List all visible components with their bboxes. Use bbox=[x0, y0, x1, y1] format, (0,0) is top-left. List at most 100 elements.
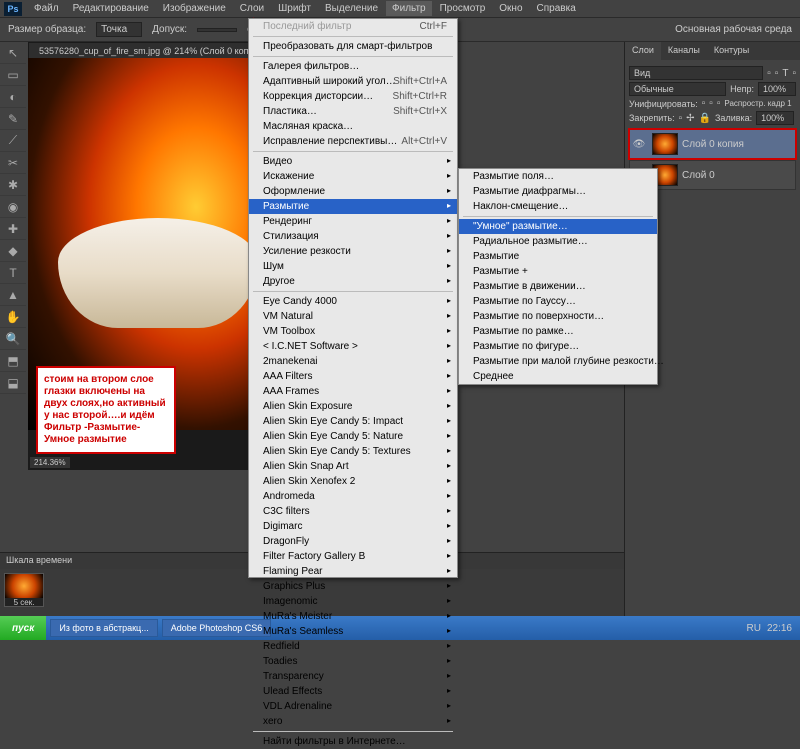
menu-item[interactable]: DragonFly bbox=[249, 534, 457, 549]
menu-item[interactable]: Масляная краска… bbox=[249, 119, 457, 134]
menu-Редактирование[interactable]: Редактирование bbox=[67, 1, 155, 16]
panel-tab[interactable]: Слои bbox=[625, 42, 661, 60]
menu-item[interactable]: Размытие по рамке… bbox=[459, 324, 657, 339]
menu-Шрифт[interactable]: Шрифт bbox=[272, 1, 317, 16]
menu-item[interactable]: 2manekenai bbox=[249, 354, 457, 369]
menu-item[interactable]: Alien Skin Xenofex 2 bbox=[249, 474, 457, 489]
tool-button[interactable]: ✎ bbox=[0, 108, 26, 130]
menu-item[interactable]: Искажение bbox=[249, 169, 457, 184]
visibility-eye-icon[interactable]: 👁 bbox=[630, 139, 648, 150]
propagate-checkbox[interactable]: Распростр. кадр 1 bbox=[724, 99, 791, 108]
menu-Слои[interactable]: Слои bbox=[234, 1, 270, 16]
menu-item[interactable]: C3C filters bbox=[249, 504, 457, 519]
menu-item[interactable]: < I.C.NET Software > bbox=[249, 339, 457, 354]
tray-lang[interactable]: RU bbox=[747, 623, 761, 634]
menu-item[interactable]: Исправление перспективы…Alt+Ctrl+V bbox=[249, 134, 457, 149]
tool-button[interactable]: ◐ bbox=[0, 86, 26, 108]
menu-item[interactable]: Видео bbox=[249, 154, 457, 169]
menu-item[interactable]: Галерея фильтров… bbox=[249, 59, 457, 74]
menu-item[interactable]: Размытие в движении… bbox=[459, 279, 657, 294]
menu-item[interactable]: Размытие по фигуре… bbox=[459, 339, 657, 354]
lock-icon[interactable]: ▫ bbox=[679, 113, 683, 124]
tool-button[interactable]: ✚ bbox=[0, 218, 26, 240]
timeline-frame[interactable]: 5 сек. bbox=[4, 573, 44, 607]
layer-filter-select[interactable]: Вид bbox=[629, 66, 763, 80]
workspace-label[interactable]: Основная рабочая среда bbox=[675, 24, 792, 35]
menu-Просмотр[interactable]: Просмотр bbox=[434, 1, 492, 16]
menu-item[interactable]: Адаптивный широкий угол…Shift+Ctrl+A bbox=[249, 74, 457, 89]
tool-button[interactable]: 🔍 bbox=[0, 328, 26, 350]
opacity-input[interactable]: 100% bbox=[758, 82, 796, 96]
menu-item[interactable]: Размытие bbox=[459, 249, 657, 264]
filter-icon[interactable]: ▫ bbox=[775, 68, 779, 79]
panel-tab[interactable]: Каналы bbox=[661, 42, 707, 60]
unify-icon[interactable]: ▫ bbox=[702, 98, 706, 109]
zoom-readout[interactable]: 214.36% bbox=[30, 457, 70, 468]
panel-tab[interactable]: Контуры bbox=[707, 42, 756, 60]
tool-button[interactable]: ⬒ bbox=[0, 350, 26, 372]
menu-item[interactable]: Размытие по поверхности… bbox=[459, 309, 657, 324]
unify-icon[interactable]: ▫ bbox=[709, 98, 713, 109]
menu-item[interactable]: Toadies bbox=[249, 654, 457, 669]
menu-item[interactable]: Размытие диафрагмы… bbox=[459, 184, 657, 199]
menu-item[interactable]: Graphics Plus bbox=[249, 579, 457, 594]
menu-item[interactable]: AAA Frames bbox=[249, 384, 457, 399]
tool-button[interactable]: ↖ bbox=[0, 42, 26, 64]
unify-icon[interactable]: ▫ bbox=[717, 98, 721, 109]
tool-button[interactable]: ⟋ bbox=[0, 130, 26, 152]
tool-button[interactable]: ▭ bbox=[0, 64, 26, 86]
sample-size-select[interactable]: Точка bbox=[96, 22, 142, 37]
menu-item[interactable]: VDL Adrenaline bbox=[249, 699, 457, 714]
tool-button[interactable]: ✂ bbox=[0, 152, 26, 174]
menu-item[interactable]: Размытие bbox=[249, 199, 457, 214]
menu-item[interactable]: Пластика…Shift+Ctrl+X bbox=[249, 104, 457, 119]
filter-icon[interactable]: T bbox=[782, 68, 788, 79]
menu-item[interactable]: Коррекция дисторсии…Shift+Ctrl+R bbox=[249, 89, 457, 104]
menu-item[interactable]: Найти фильтры в Интернете… bbox=[249, 734, 457, 749]
menu-item[interactable]: xero bbox=[249, 714, 457, 729]
menu-Окно[interactable]: Окно bbox=[493, 1, 528, 16]
taskbar-item[interactable]: Из фото в абстракц... bbox=[50, 619, 157, 637]
menu-Выделение[interactable]: Выделение bbox=[319, 1, 384, 16]
menu-item[interactable]: Радиальное размытие… bbox=[459, 234, 657, 249]
menu-item[interactable]: VM Natural bbox=[249, 309, 457, 324]
menu-item[interactable]: MuRa's Meister bbox=[249, 609, 457, 624]
menu-item[interactable]: Оформление bbox=[249, 184, 457, 199]
fill-input[interactable]: 100% bbox=[756, 111, 794, 125]
menu-item[interactable]: Рендеринг bbox=[249, 214, 457, 229]
menu-item[interactable]: Alien Skin Snap Art bbox=[249, 459, 457, 474]
menu-Изображение[interactable]: Изображение bbox=[157, 1, 232, 16]
menu-Фильтр[interactable]: Фильтр bbox=[386, 1, 432, 16]
tool-button[interactable]: ◆ bbox=[0, 240, 26, 262]
lock-icon[interactable]: 🔒 bbox=[699, 113, 711, 124]
menu-item[interactable]: Ulead Effects bbox=[249, 684, 457, 699]
menu-item[interactable]: Размытие по Гауссу… bbox=[459, 294, 657, 309]
menu-item[interactable]: AAA Filters bbox=[249, 369, 457, 384]
menu-item[interactable]: Размытие при малой глубине резкости… bbox=[459, 354, 657, 369]
lock-icon[interactable]: ✢ bbox=[686, 113, 694, 124]
menu-Файл[interactable]: Файл bbox=[28, 1, 65, 16]
menu-item[interactable]: Alien Skin Eye Candy 5: Textures bbox=[249, 444, 457, 459]
tool-button[interactable]: ⬓ bbox=[0, 372, 26, 394]
menu-item[interactable]: Стилизация bbox=[249, 229, 457, 244]
start-button[interactable]: пуск bbox=[0, 616, 46, 640]
menu-item[interactable]: MuRa's Seamless bbox=[249, 624, 457, 639]
menu-item[interactable]: Шум bbox=[249, 259, 457, 274]
menu-item[interactable]: Eye Candy 4000 bbox=[249, 294, 457, 309]
menu-item[interactable]: VM Toolbox bbox=[249, 324, 457, 339]
filter-icon[interactable]: ▫ bbox=[792, 68, 796, 79]
frame-duration[interactable]: 5 сек. bbox=[5, 598, 43, 607]
tool-button[interactable]: ✱ bbox=[0, 174, 26, 196]
menu-item[interactable]: Размытие поля… bbox=[459, 169, 657, 184]
menu-item[interactable]: Среднее bbox=[459, 369, 657, 384]
menu-item[interactable]: Alien Skin Eye Candy 5: Impact bbox=[249, 414, 457, 429]
menu-item[interactable]: Flaming Pear bbox=[249, 564, 457, 579]
tool-button[interactable]: T bbox=[0, 262, 26, 284]
menu-item[interactable]: Filter Factory Gallery B bbox=[249, 549, 457, 564]
menu-item[interactable]: Andromeda bbox=[249, 489, 457, 504]
tool-button[interactable]: ▲ bbox=[0, 284, 26, 306]
menu-item[interactable]: "Умное" размытие… bbox=[459, 219, 657, 234]
layer-row[interactable]: 👁Слой 0 копия bbox=[629, 129, 796, 159]
menu-item[interactable]: Transparency bbox=[249, 669, 457, 684]
blend-mode-select[interactable]: Обычные bbox=[629, 82, 726, 96]
